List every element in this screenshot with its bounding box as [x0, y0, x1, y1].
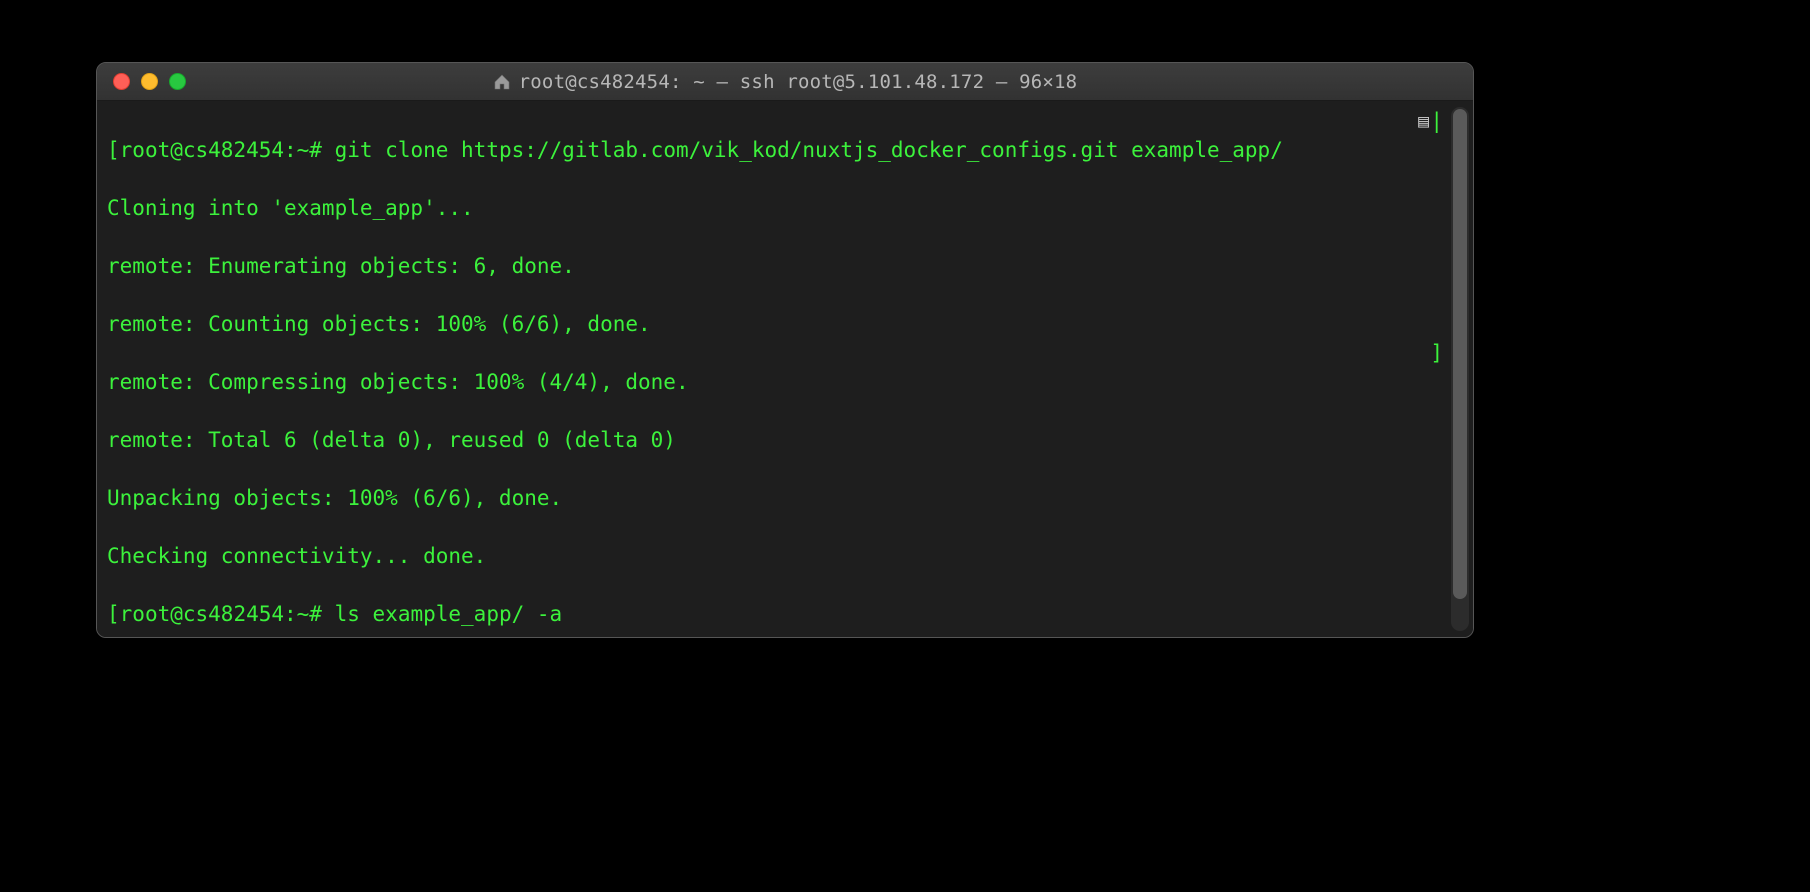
terminal-window: root@cs482454: ~ — ssh root@5.101.48.172… — [96, 62, 1474, 638]
scrollbar-thumb[interactable] — [1453, 109, 1467, 599]
terminal-line: remote: Counting objects: 100% (6/6), do… — [107, 310, 1463, 339]
minimize-button[interactable] — [141, 73, 158, 90]
terminal-line: remote: Total 6 (delta 0), reused 0 (del… — [107, 426, 1463, 455]
window-title-text: root@cs482454: ~ — ssh root@5.101.48.172… — [519, 71, 1078, 93]
scrollbar[interactable] — [1451, 107, 1469, 631]
line-end-glyph: ▤ — [1418, 107, 1429, 136]
home-icon — [493, 74, 511, 90]
titlebar[interactable]: root@cs482454: ~ — ssh root@5.101.48.172… — [97, 63, 1473, 101]
maximize-button[interactable] — [169, 73, 186, 90]
terminal-line: remote: Compressing objects: 100% (4/4),… — [107, 368, 1463, 397]
terminal-line: remote: Enumerating objects: 6, done. — [107, 252, 1463, 281]
terminal-body[interactable]: [root@cs482454:~# git clone https://gitl… — [97, 101, 1473, 637]
terminal-line: [root@cs482454:~# git clone https://gitl… — [107, 136, 1463, 165]
line-end-marker: ] — [1430, 339, 1443, 368]
traffic-lights — [97, 73, 186, 90]
prompt-bracket-open: [ — [107, 138, 120, 162]
terminal-content[interactable]: [root@cs482454:~# git clone https://gitl… — [97, 101, 1473, 637]
terminal-line: Cloning into 'example_app'... — [107, 194, 1463, 223]
terminal-line: [root@cs482454:~# ls example_app/ -a — [107, 600, 1463, 629]
prompt: root@cs482454:~# — [120, 602, 322, 626]
window-title: root@cs482454: ~ — ssh root@5.101.48.172… — [97, 71, 1473, 93]
prompt: root@cs482454:~# — [120, 138, 322, 162]
command-text: git clone https://gitlab.com/vik_kod/nux… — [335, 138, 1283, 162]
line-end-marker: | — [1430, 107, 1443, 136]
prompt-bracket-open: [ — [107, 602, 120, 626]
close-button[interactable] — [113, 73, 130, 90]
terminal-line: Checking connectivity... done. — [107, 542, 1463, 571]
command-text: ls example_app/ -a — [335, 602, 563, 626]
terminal-line: Unpacking objects: 100% (6/6), done. — [107, 484, 1463, 513]
